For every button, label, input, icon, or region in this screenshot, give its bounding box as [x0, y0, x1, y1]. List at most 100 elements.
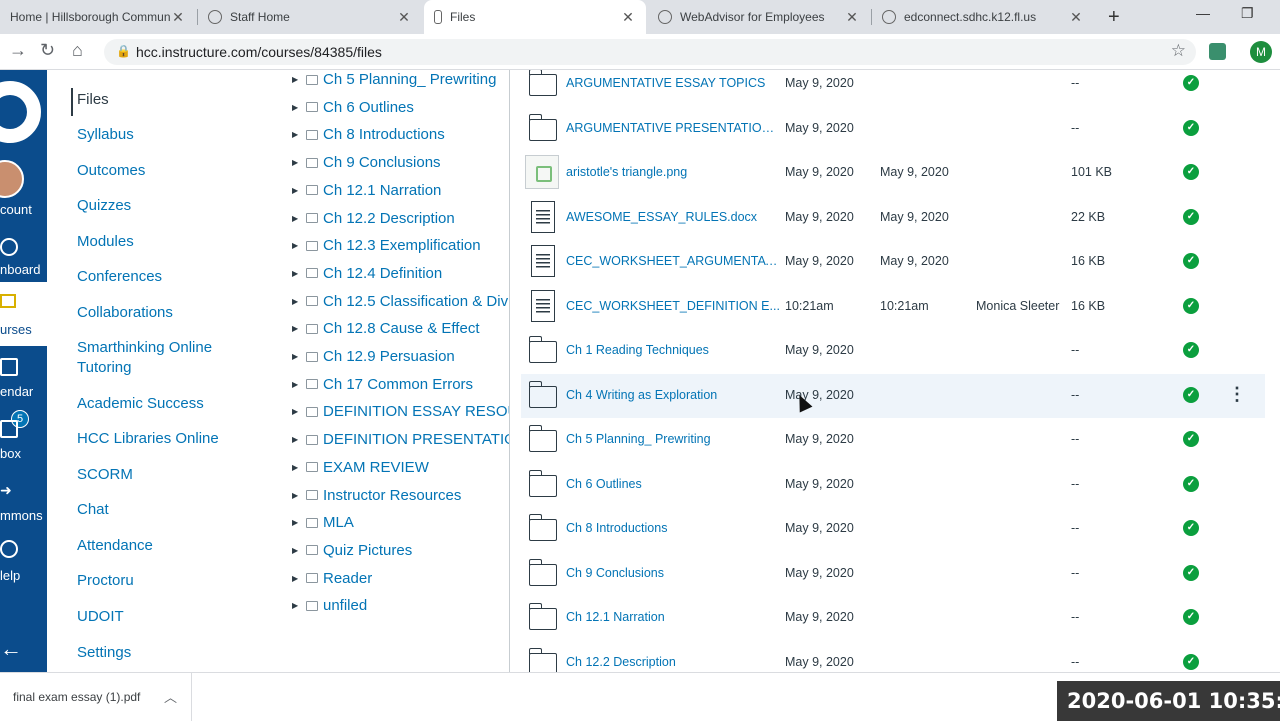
published-check-icon[interactable]: ✓	[1183, 609, 1199, 625]
close-icon[interactable]: ✕	[170, 9, 186, 26]
expand-caret-icon[interactable]: ▶	[292, 130, 306, 139]
expand-caret-icon[interactable]: ▶	[292, 186, 306, 195]
folder-tree-item[interactable]: ▶ Ch 12.8 Cause & Effect	[292, 320, 479, 337]
file-name-link[interactable]: ARGUMENTATIVE PRESENTATION...	[566, 121, 780, 135]
close-icon[interactable]: ✕	[1068, 9, 1084, 26]
file-name-link[interactable]: Ch 6 Outlines	[566, 477, 780, 491]
file-name-link[interactable]: Ch 8 Introductions	[566, 521, 780, 535]
expand-caret-icon[interactable]: ▶	[292, 518, 306, 527]
published-check-icon[interactable]: ✓	[1183, 164, 1199, 180]
file-row[interactable]: Ch 4 Writing as Exploration May 9, 2020 --…	[521, 373, 1265, 418]
tab-staff-home[interactable]: Staff Home ✕	[198, 0, 422, 34]
published-check-icon[interactable]: ✓	[1183, 386, 1199, 403]
course-nav-syllabus[interactable]: Syllabus	[77, 125, 267, 145]
nav-dashboard[interactable]: nboard	[0, 236, 47, 280]
folder-tree-item[interactable]: ▶ Ch 6 Outlines	[292, 99, 414, 116]
address-bar[interactable]: 🔒 hcc.instructure.com/courses/84385/file…	[104, 39, 1196, 65]
file-row[interactable]: ARGUMENTATIVE PRESENTATION... May 9, 2020…	[521, 107, 1265, 151]
minimize-icon[interactable]: —	[1196, 5, 1210, 21]
nav-help[interactable]: lelp	[0, 540, 47, 584]
course-nav-modules[interactable]: Modules	[77, 232, 267, 252]
course-nav-libraries[interactable]: HCC Libraries Online	[77, 429, 267, 449]
close-icon[interactable]: ✕	[620, 9, 636, 26]
published-check-icon[interactable]: ✓	[1183, 342, 1199, 358]
folder-tree-item[interactable]: ▶ DEFINITION ESSAY RESOURCES	[292, 403, 509, 420]
expand-caret-icon[interactable]: ▶	[292, 574, 306, 583]
folder-tree-item[interactable]: ▶ Ch 12.4 Definition	[292, 265, 442, 282]
course-nav-scorm[interactable]: SCORM	[77, 465, 267, 485]
file-row[interactable]: Ch 5 Planning_ Prewriting May 9, 2020 -- ✓	[521, 418, 1265, 462]
file-row[interactable]: CEC_WORKSHEET_ARGUMENTAT... May 9, 2020 Ma…	[521, 240, 1265, 284]
expand-caret-icon[interactable]: ▶	[292, 75, 306, 84]
college-logo[interactable]	[0, 78, 44, 146]
account-avatar[interactable]	[0, 160, 24, 198]
folder-tree-item[interactable]: ▶ MLA	[292, 514, 354, 531]
file-name-link[interactable]: Ch 12.1 Narration	[566, 610, 780, 624]
course-nav-smarthinking[interactable]: Smarthinking Online Tutoring	[77, 338, 267, 378]
file-name-link[interactable]: Ch 9 Conclusions	[566, 566, 780, 580]
tab-webadvisor[interactable]: WebAdvisor for Employees ✕	[648, 0, 870, 34]
restore-icon[interactable]: ❐	[1241, 5, 1254, 22]
folder-tree-item[interactable]: ▶ Instructor Resources	[292, 487, 461, 504]
nav-inbox[interactable]: box	[0, 420, 47, 464]
folder-tree-item[interactable]: ▶ Ch 8 Introductions	[292, 126, 445, 143]
published-check-icon[interactable]: ✓	[1183, 653, 1199, 670]
file-row[interactable]: AWESOME_ESSAY_RULES.docx May 9, 2020 May 9…	[521, 196, 1265, 240]
tab-files[interactable]: Files ✕	[424, 0, 646, 34]
file-row[interactable]: CEC_WORKSHEET_DEFINITION E... 10:21am 10:2…	[521, 285, 1265, 329]
course-nav-collaborations[interactable]: Collaborations	[77, 303, 267, 323]
course-nav-udoit[interactable]: UDOIT	[77, 607, 267, 627]
folder-tree-item[interactable]: ▶ Ch 12.9 Persuasion	[292, 348, 455, 365]
chevron-up-icon[interactable]: ︿	[164, 687, 177, 706]
file-name-link[interactable]: Ch 1 Reading Techniques	[566, 343, 780, 357]
course-nav-chat[interactable]: Chat	[77, 500, 267, 520]
profile-avatar[interactable]: M	[1250, 41, 1272, 63]
file-name-link[interactable]: Ch 4 Writing as Exploration	[566, 388, 780, 402]
file-row[interactable]: aristotle's triangle.png May 9, 2020 May 9…	[521, 151, 1265, 195]
home-icon[interactable]: ⌂	[72, 40, 83, 61]
expand-caret-icon[interactable]: ▶	[292, 241, 306, 250]
folder-tree-item[interactable]: ▶ Quiz Pictures	[292, 542, 412, 559]
published-check-icon[interactable]: ✓	[1183, 208, 1199, 225]
kebab-menu-icon[interactable]: ⋮	[1228, 384, 1246, 405]
nav-courses-active[interactable]: urses	[0, 282, 47, 346]
folder-tree-item[interactable]: ▶ Ch 12.1 Narration	[292, 182, 441, 199]
reload-icon[interactable]: ↻	[40, 40, 55, 61]
course-nav-settings[interactable]: Settings	[77, 643, 267, 663]
published-check-icon[interactable]: ✓	[1183, 75, 1199, 91]
folder-tree-item[interactable]: ▶ unfiled	[292, 597, 367, 614]
expand-caret-icon[interactable]: ▶	[292, 269, 306, 278]
file-name-link[interactable]: CEC_WORKSHEET_DEFINITION E...	[566, 299, 780, 313]
course-nav-files[interactable]: Files	[77, 90, 267, 110]
nav-account[interactable]: count	[0, 202, 47, 222]
expand-caret-icon[interactable]: ▶	[292, 407, 306, 416]
course-nav-outcomes[interactable]: Outcomes	[77, 161, 267, 181]
expand-caret-icon[interactable]: ▶	[292, 380, 306, 389]
new-tab-icon[interactable]: +	[1108, 6, 1120, 29]
file-row[interactable]: Ch 9 Conclusions May 9, 2020 -- ✓	[521, 552, 1265, 596]
folder-tree-item[interactable]: ▶ Ch 9 Conclusions	[292, 154, 441, 171]
published-check-icon[interactable]: ✓	[1183, 297, 1199, 314]
course-nav-conferences[interactable]: Conferences	[77, 267, 267, 287]
expand-caret-icon[interactable]: ▶	[292, 297, 306, 306]
collapse-arrow-icon[interactable]: ←	[0, 636, 47, 662]
expand-caret-icon[interactable]: ▶	[292, 546, 306, 555]
published-check-icon[interactable]: ✓	[1183, 119, 1199, 136]
published-check-icon[interactable]: ✓	[1183, 520, 1199, 536]
expand-caret-icon[interactable]: ▶	[292, 103, 306, 112]
course-nav-academic-success[interactable]: Academic Success	[77, 394, 267, 414]
tab-edconnect[interactable]: edconnect.sdhc.k12.fl.us ✕	[872, 0, 1094, 34]
nav-commons[interactable]: ➜ mmons	[0, 482, 47, 526]
folder-tree-item[interactable]: ▶ Ch 12.3 Exemplification	[292, 237, 481, 254]
file-name-link[interactable]: AWESOME_ESSAY_RULES.docx	[566, 210, 780, 224]
file-name-link[interactable]: ARGUMENTATIVE ESSAY TOPICS	[566, 76, 780, 90]
expand-caret-icon[interactable]: ▶	[292, 601, 306, 610]
course-nav-quizzes[interactable]: Quizzes	[77, 196, 267, 216]
file-row[interactable]: Ch 6 Outlines May 9, 2020 -- ✓	[521, 463, 1265, 507]
expand-caret-icon[interactable]: ▶	[292, 324, 306, 333]
file-row[interactable]: ARGUMENTATIVE ESSAY TOPICS May 9, 2020 -- ✓	[521, 70, 1265, 106]
folder-tree-item[interactable]: ▶ DEFINITION PRESENTATIONS	[292, 431, 509, 448]
close-icon[interactable]: ✕	[844, 9, 860, 26]
folder-tree-item[interactable]: ▶ Ch 5 Planning_ Prewriting	[292, 71, 496, 88]
expand-caret-icon[interactable]: ▶	[292, 214, 306, 223]
